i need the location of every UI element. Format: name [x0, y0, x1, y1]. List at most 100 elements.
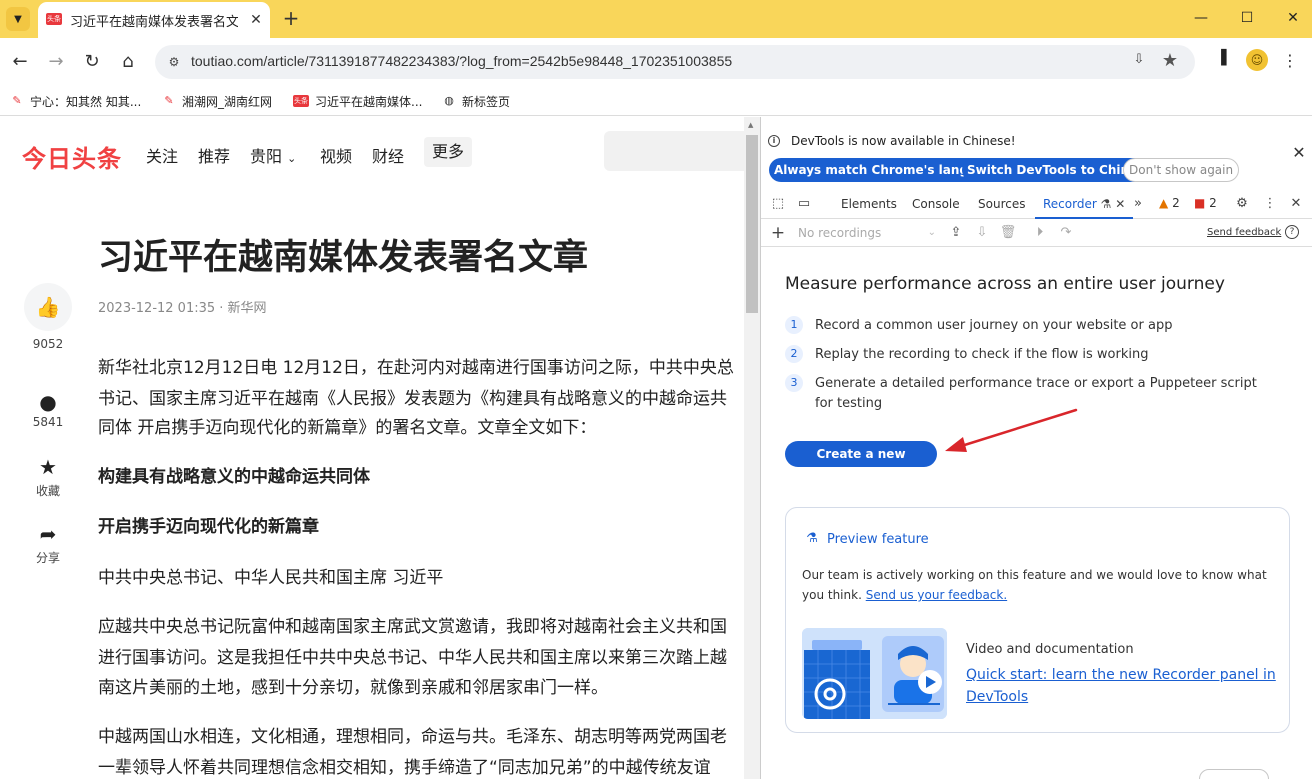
close-tab-icon[interactable]: ✕ [1115, 197, 1125, 211]
minimize-button[interactable]: — [1186, 6, 1216, 30]
browser-toolbar: ← → ↻ ⌂ ⚙ toutiao.com/article/7311391877… [0, 38, 1312, 86]
nav-video[interactable]: 视频 [320, 143, 352, 167]
video-thumbnail-illustration [802, 628, 947, 719]
tab-console[interactable]: Console [912, 189, 960, 219]
bookmarks-bar: ✎ 宁心：知其然 知其... ✎ 湘潮网_湖南红网 头条 习近平在越南媒体... ◍ 新… [0, 86, 1312, 116]
more-options-icon[interactable]: ⋮ [1261, 195, 1279, 213]
recorder-heading: Measure performance across an entire use… [785, 274, 1225, 294]
send-feedback-link[interactable]: Send us your feedback. [866, 588, 1007, 602]
bookmark-star-icon[interactable]: ★ [1159, 50, 1181, 72]
reload-button[interactable]: ↻ [80, 50, 104, 74]
close-devtools-icon[interactable]: ✕ [1287, 195, 1305, 213]
close-infobar-icon[interactable]: ✕ [1291, 145, 1307, 161]
tab-title: 习近平在越南媒体发表署名文章 [70, 15, 238, 30]
favorite-label: 收藏 [35, 484, 60, 498]
tab-strip: ▼ 头条 习近平在越南媒体发表署名文章 ✕ + — ☐ ✕ [0, 0, 1312, 38]
profile-avatar[interactable]: ☺ [1246, 49, 1268, 71]
article-paragraph-line: 新华社北京12月12日电 12月12日，在赴河内对越南进行国事访问之际，中共中央… [98, 358, 734, 378]
devtools-tabbar: ⬚ ▭ Elements Console Sources Recorder ⚗ … [761, 189, 1312, 219]
article-paragraph-line: 一辈领导人怀着共同理想信念相交相知，携手缔造了“同志加兄弟”的中越传统友谊 [98, 758, 711, 778]
side-panel-icon[interactable]: ▐ [1210, 50, 1232, 72]
dont-show-again-button[interactable]: Don't show again [1123, 158, 1240, 182]
toutiao-favicon-icon: 头条 [46, 13, 62, 25]
scroll-up-icon[interactable]: ▲ [748, 121, 753, 129]
warnings-badge[interactable]: ▲ 2 [1159, 196, 1180, 210]
bookmark-item[interactable]: 头条 习近平在越南媒体... [293, 91, 422, 111]
like-count: 9052 [32, 337, 64, 351]
quick-start-link[interactable]: Quick start: learn the new Recorder pane… [966, 664, 1276, 708]
flask-icon: ⚗ [806, 531, 818, 546]
tab-elements[interactable]: Elements [841, 189, 897, 219]
tab-close-icon[interactable]: ✕ [246, 10, 266, 30]
nav-city[interactable]: 贵阳 ⌄ [250, 143, 296, 167]
article-subheading: 开启携手迈向现代化的新篇章 [98, 517, 319, 537]
nav-more[interactable]: 更多 [424, 137, 472, 167]
article-subheading: 构建具有战略意义的中越命运共同体 [98, 467, 370, 487]
add-recording-icon[interactable]: + [769, 224, 787, 242]
url-text[interactable]: toutiao.com/article/7311391877482234383/… [191, 53, 732, 69]
bookmark-item[interactable]: ◍ 新标签页 [442, 91, 510, 111]
comment-button[interactable]: ● 5841 [24, 389, 72, 429]
step-text: Record a common user journey on your web… [815, 318, 1173, 333]
send-feedback-link[interactable]: Send feedback [1207, 227, 1281, 238]
bookmark-item[interactable]: ✎ 宁心：知其然 知其... [10, 91, 141, 111]
step-number: 1 [785, 316, 803, 334]
replay-settings-icon[interactable]: ↷ [1057, 224, 1075, 242]
page-search-input[interactable] [604, 131, 744, 171]
bookmark-favicon-icon: ✎ [164, 94, 174, 107]
share-icon: ➦ [39, 522, 57, 546]
close-window-button[interactable]: ✕ [1278, 6, 1308, 30]
bookmark-favicon-icon: ✎ [12, 94, 22, 107]
article-paragraph-line: 书记、国家主席习近平在越南《人民报》发表题为《构建具有战略意义的中越命运共 [98, 389, 727, 409]
install-app-icon[interactable]: ⇩ [1129, 52, 1149, 72]
recordings-select[interactable]: No recordings ⌄ [798, 223, 936, 243]
inspect-element-icon[interactable]: ⬚ [769, 195, 787, 213]
share-label: 分享 [35, 551, 60, 565]
address-bar[interactable]: ⚙ toutiao.com/article/731139187748223438… [155, 45, 1195, 79]
replay-icon[interactable]: ⏵ [1031, 224, 1049, 242]
site-info-icon[interactable]: ⚙ [165, 53, 183, 71]
step-text: Replay the recording to check if the flo… [815, 347, 1149, 362]
tab-search-button[interactable]: ▼ [6, 7, 30, 31]
recorder-toolbar: + No recordings ⌄ ⇪ ⇩ 🗑 ⏵ ↷ Send feedbac… [761, 219, 1312, 247]
forward-button[interactable]: → [44, 50, 68, 74]
nav-recommend[interactable]: 推荐 [198, 143, 230, 167]
article-paragraph-line: 中越两国山水相连，文化相通，理想相同，命运与共。毛泽东、胡志明等两党两国老 [98, 727, 727, 747]
thumbs-up-icon: 👍 [24, 283, 72, 331]
back-button[interactable]: ← [8, 50, 32, 74]
menu-kebab-icon[interactable]: ⋮ [1282, 49, 1298, 73]
page-scrollbar[interactable]: ▲ [744, 117, 760, 779]
share-button[interactable]: ➦ 分享 [24, 521, 72, 566]
import-recording-icon[interactable]: ⇪ [947, 224, 965, 242]
article-paragraph-line: 进行国事访问。这是我担任中共中央总书记、中华人民共和国主席以来第三次踏上越 [98, 648, 727, 668]
like-button[interactable]: 👍 9052 [24, 283, 72, 351]
home-button[interactable]: ⌂ [116, 50, 140, 74]
delete-recording-icon[interactable]: 🗑 [999, 224, 1017, 242]
video-doc-title: Video and documentation [966, 642, 1134, 657]
preview-title: Preview feature [827, 532, 929, 547]
site-logo[interactable]: 今日头条 [22, 139, 122, 174]
toutiao-favicon-icon: 头条 [293, 95, 309, 107]
devtools-bottom-button[interactable] [1199, 769, 1269, 779]
more-tabs-icon[interactable]: » [1129, 195, 1147, 213]
device-toolbar-icon[interactable]: ▭ [795, 195, 813, 213]
settings-gear-icon[interactable]: ⚙ [1233, 195, 1251, 213]
browser-tab-active[interactable]: 头条 习近平在越南媒体发表署名文章 ✕ [38, 2, 270, 38]
export-recording-icon[interactable]: ⇩ [973, 224, 991, 242]
create-recording-button[interactable]: Create a new recording [785, 441, 937, 487]
errors-badge[interactable]: ■ 2 [1194, 196, 1217, 210]
maximize-button[interactable]: ☐ [1232, 6, 1262, 30]
favorite-button[interactable]: ★ 收藏 [24, 454, 72, 499]
tab-sources[interactable]: Sources [978, 189, 1025, 219]
bookmark-item[interactable]: ✎ 湘潮网_湖南红网 [162, 91, 272, 111]
tab-recorder[interactable]: Recorder ⚗ ✕ [1035, 189, 1134, 219]
help-icon[interactable]: ? [1285, 225, 1299, 239]
article-paragraph-line: 南这片美丽的土地，感到十分亲切，就像到亲戚和邻居家串门一样。 [98, 678, 608, 698]
web-page: 今日头条 关注 推荐 贵阳 ⌄ 视频 财经 更多 习近平在越南媒体发表署名文章 … [0, 117, 744, 779]
video-thumbnail[interactable] [802, 628, 947, 719]
scrollbar-thumb[interactable] [746, 135, 758, 313]
nav-finance[interactable]: 财经 [372, 143, 404, 167]
preview-body: Our team is actively working on this fea… [802, 568, 1267, 602]
nav-follow[interactable]: 关注 [146, 143, 178, 167]
new-tab-button[interactable]: + [280, 8, 302, 30]
